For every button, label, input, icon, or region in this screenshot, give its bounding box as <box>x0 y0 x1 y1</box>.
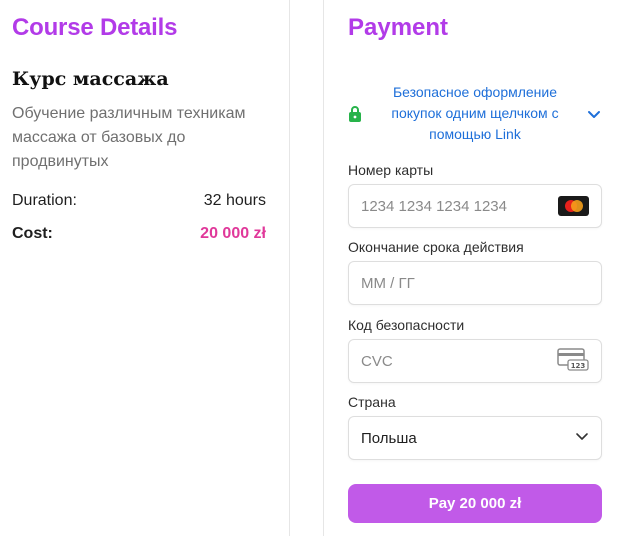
duration-label: Duration: <box>12 192 77 209</box>
course-name: Курс массажа <box>12 68 169 90</box>
lock-icon <box>348 105 364 123</box>
country-select[interactable]: Польша <box>348 416 602 460</box>
cvc-label: Код безопасности <box>348 317 465 333</box>
payment-title: Payment <box>348 14 449 41</box>
svg-text:123: 123 <box>571 362 586 370</box>
pay-button[interactable]: Pay 20 000 zł <box>348 484 602 523</box>
card-number-label: Номер карты <box>348 162 434 178</box>
expiry-label: Окончание срока действия <box>348 239 524 255</box>
course-description: Обучение различным техникам массажа от б… <box>12 105 246 170</box>
chevron-down-icon[interactable] <box>586 106 602 122</box>
cost-label: Cost: <box>12 225 53 242</box>
link-checkout-text[interactable]: Безопасное оформление покупок одним щелч… <box>364 82 586 145</box>
expiry-field[interactable]: ММ / ГГ <box>348 261 602 305</box>
cvc-field[interactable]: CVC 123 <box>348 339 602 383</box>
duration-row: Duration: 32 hours <box>12 192 266 210</box>
cvc-input[interactable]: CVC <box>361 353 557 370</box>
chevron-down-icon <box>575 429 589 448</box>
cost-value: 20 000 zł <box>200 225 266 242</box>
card-cvc-icon: 123 <box>557 347 589 376</box>
card-number-input[interactable]: 1234 1234 1234 1234 <box>361 198 558 215</box>
link-checkout-banner[interactable]: Безопасное оформление покупок одним щелч… <box>348 82 602 145</box>
course-details-panel: Course Details Курс массажа Обучение раз… <box>0 0 290 536</box>
payment-panel: Payment Безопасное оформление покупок од… <box>323 0 628 536</box>
cost-row: Cost: 20 000 zł <box>12 225 266 243</box>
expiry-input[interactable]: ММ / ГГ <box>361 275 589 292</box>
country-label: Страна <box>348 394 396 410</box>
card-number-field[interactable]: 1234 1234 1234 1234 <box>348 184 602 228</box>
duration-value: 32 hours <box>203 192 266 209</box>
mastercard-icon <box>558 196 589 216</box>
course-details-title: Course Details <box>12 14 178 41</box>
country-value[interactable]: Польша <box>361 430 575 447</box>
